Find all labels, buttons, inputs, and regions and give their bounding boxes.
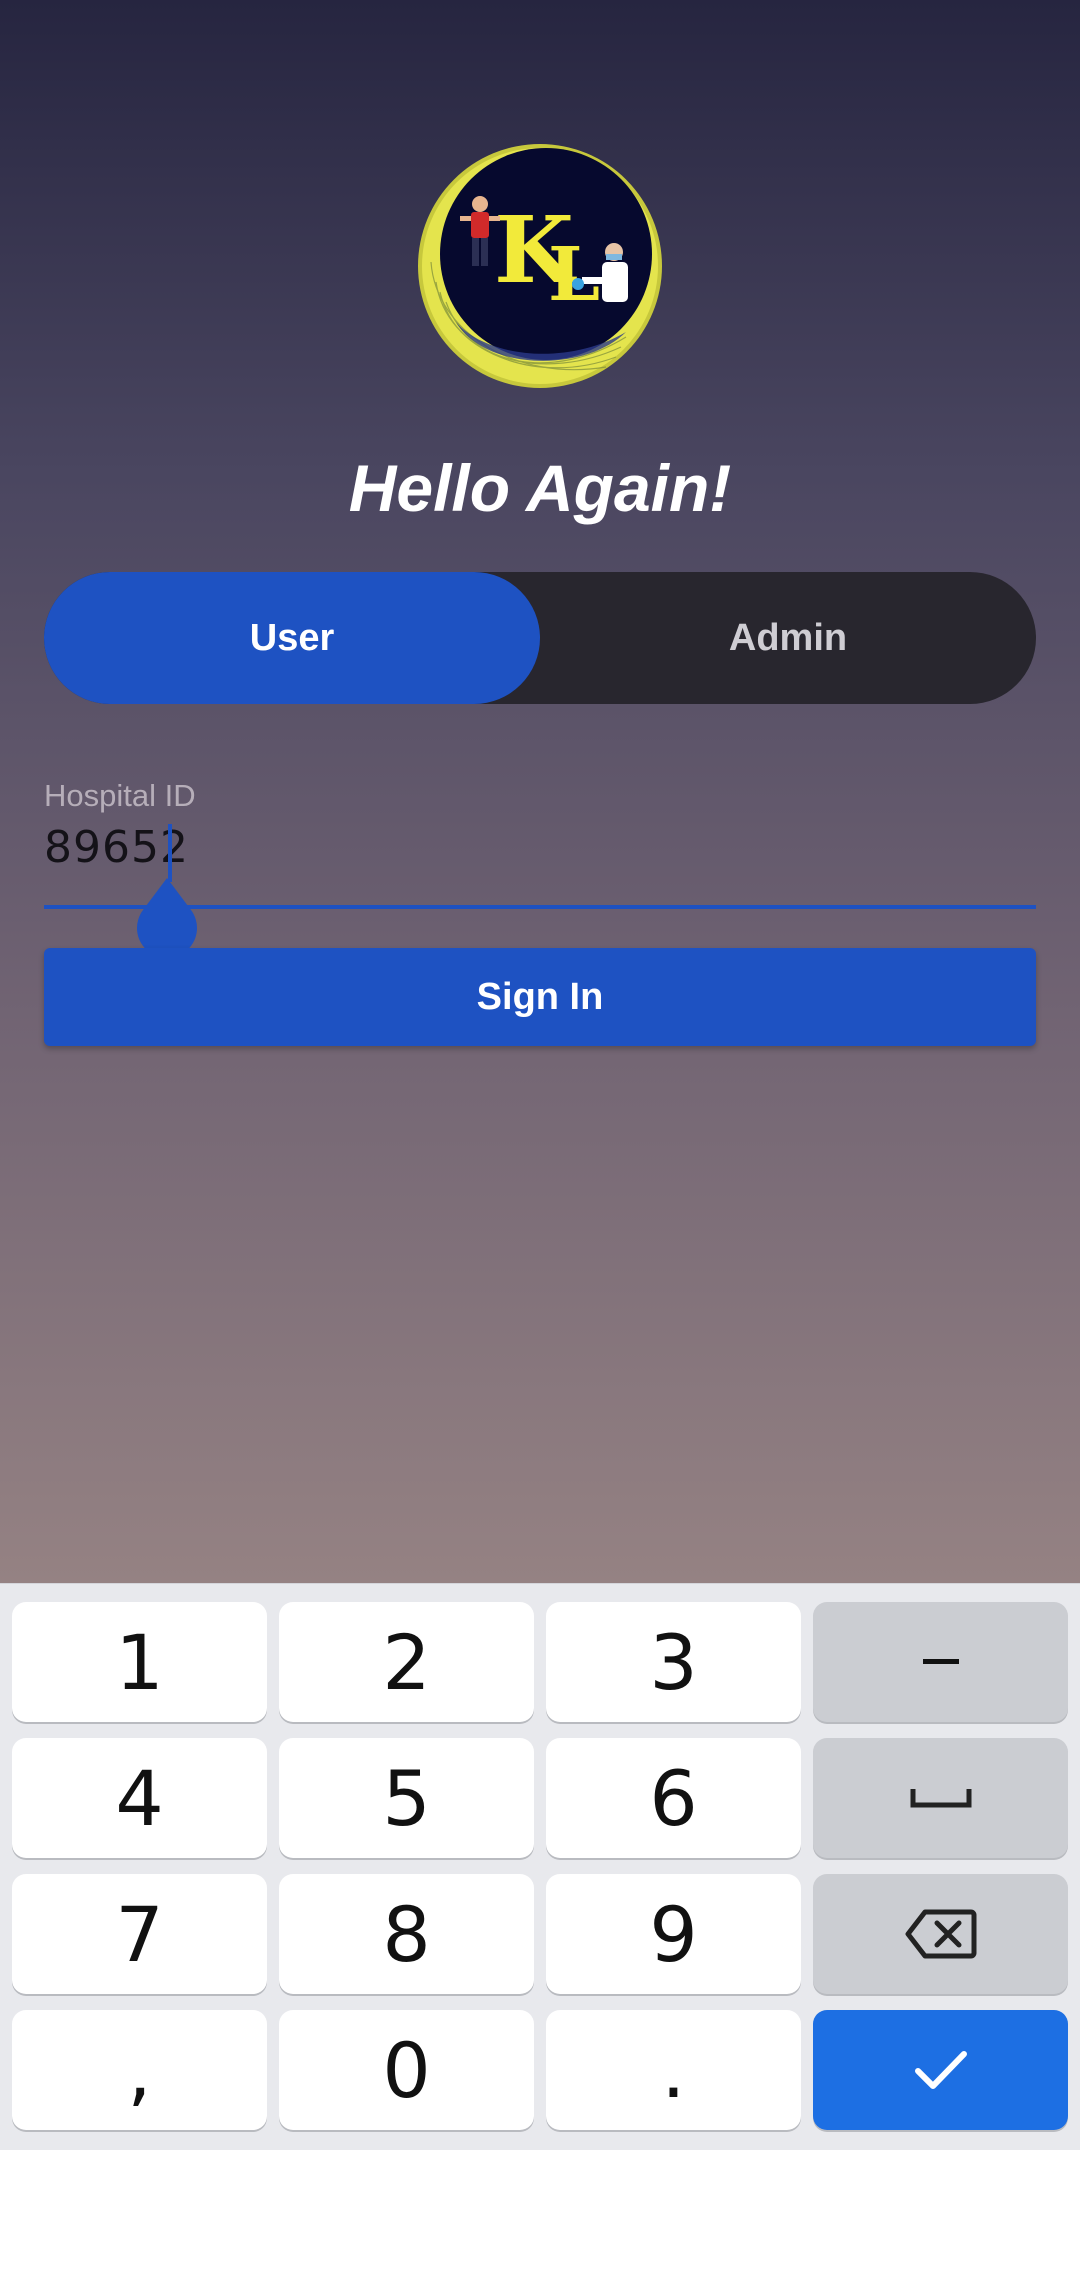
key-8[interactable]: 8: [279, 1874, 534, 1994]
cursor-handle-icon[interactable]: [136, 878, 198, 950]
tab-admin[interactable]: Admin: [540, 572, 1036, 704]
hospital-id-label: Hospital ID: [44, 778, 196, 813]
key-4[interactable]: 4: [12, 1738, 267, 1858]
key-backspace[interactable]: [813, 1874, 1068, 1994]
svg-text:L: L: [548, 232, 600, 318]
system-nav-area: [0, 2150, 1080, 2280]
backspace-icon: [905, 1909, 976, 1959]
key-comma[interactable]: ,: [12, 2010, 267, 2130]
tab-user[interactable]: User: [44, 572, 540, 704]
key-9[interactable]: 9: [546, 1874, 801, 1994]
key-1[interactable]: 1: [12, 1602, 267, 1722]
key-7[interactable]: 7: [12, 1874, 267, 1994]
key-3[interactable]: 3: [546, 1602, 801, 1722]
login-screen: K L Hello Again! User Admin Hospital ID …: [0, 0, 1080, 1583]
key-space[interactable]: [813, 1738, 1068, 1858]
app-logo: K L: [418, 144, 662, 388]
check-icon: [914, 2051, 967, 2089]
minus-icon: [922, 1659, 959, 1664]
text-cursor: [168, 824, 172, 882]
numeric-keyboard: 1 2 3 4 5 6 7 8 9 , 0 .: [0, 1583, 1080, 2150]
sign-in-button[interactable]: Sign In: [44, 948, 1036, 1046]
space-bar-icon: [910, 1789, 971, 1808]
key-minus[interactable]: [813, 1602, 1068, 1722]
key-2[interactable]: 2: [279, 1602, 534, 1722]
key-0[interactable]: 0: [279, 2010, 534, 2130]
greeting-title: Hello Again!: [348, 451, 732, 525]
key-5[interactable]: 5: [279, 1738, 534, 1858]
key-period[interactable]: .: [546, 2010, 801, 2130]
key-done[interactable]: [813, 2010, 1068, 2130]
role-switch: User Admin: [44, 572, 1036, 704]
key-6[interactable]: 6: [546, 1738, 801, 1858]
